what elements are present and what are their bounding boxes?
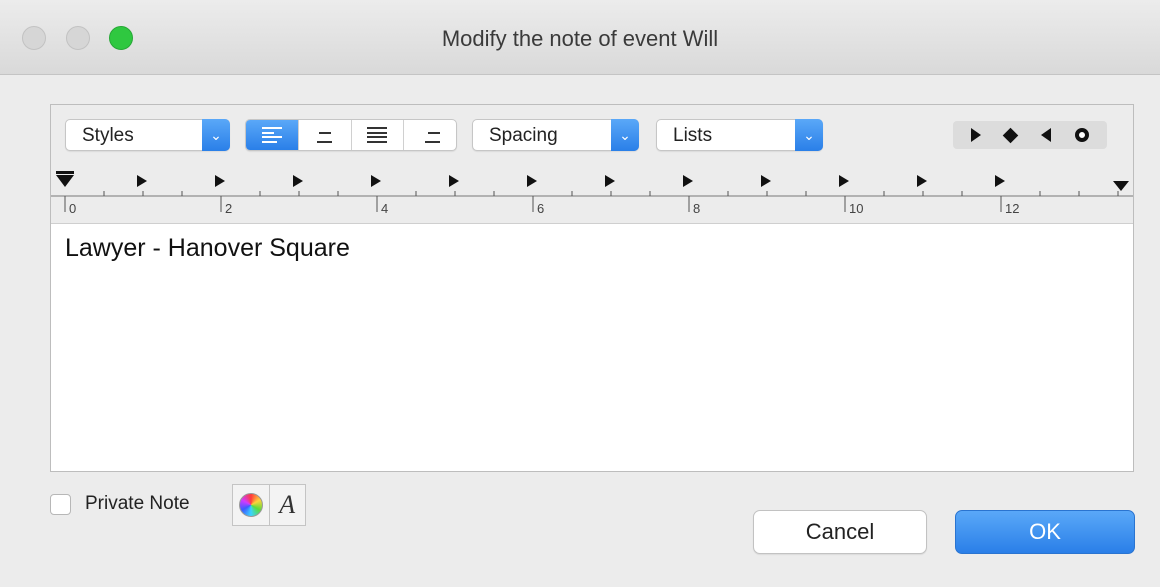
spacing-popup-label: Spacing [489,125,558,146]
ruler-tab-stop-marker [371,175,381,187]
ruler-graphic[interactable]: 0 2 4 6 8 10 12 [51,163,1133,221]
ruler-tab-stop-marker [917,175,927,187]
font-icon: A [279,490,296,519]
align-left-button[interactable] [246,120,299,150]
left-indent-marker [56,171,74,174]
first-line-indent-marker [56,175,74,187]
lists-popup-label: Lists [673,125,713,146]
center-tab-stop-icon[interactable] [1003,127,1019,143]
styles-popup[interactable]: Styles ⌄ [65,119,230,151]
ruler-label: 6 [537,201,544,216]
align-right-icon [420,127,441,143]
private-note-checkbox[interactable] [50,493,71,515]
ruler-tab-stop-marker [683,175,693,187]
color-wheel-icon [238,493,263,517]
private-note-label[interactable]: Private Note [85,493,190,515]
private-note-option[interactable]: Private Note [50,493,190,515]
styles-popup-label: Styles [82,125,134,146]
right-tab-stop-icon[interactable] [1040,128,1051,142]
ruler-label: 0 [69,201,76,216]
ruler-label: 12 [1005,201,1019,216]
fonts-button[interactable]: A [270,485,306,525]
left-tab-stop-icon[interactable] [971,128,982,142]
note-editor-panel: Styles ⌄ Spacing ⌄ Lists ⌄ 0 2 4 6 8 10 12 Law… [50,104,1134,472]
ruler-tab-stop-marker [761,175,771,187]
align-right-button[interactable] [404,120,456,150]
ruler-tab-stop-marker [293,175,303,187]
ruler-tab-stop-marker [839,175,849,187]
decimal-tab-stop-icon[interactable] [1074,128,1089,142]
cancel-button[interactable]: Cancel [753,510,927,554]
title-bar: Modify the note of event Will [0,0,1160,75]
alignment-segmented-control [245,119,457,151]
ruler-label: 2 [225,201,232,216]
ruler-label: 8 [693,201,700,216]
text-ruler[interactable]: 0 2 4 6 8 10 12 [51,163,1133,221]
right-margin-marker [1113,181,1129,191]
tab-stop-palette [953,121,1107,149]
colors-button[interactable] [233,485,270,525]
chevron-down-icon: ⌄ [611,119,639,151]
align-justify-button[interactable] [352,120,405,150]
spacing-popup[interactable]: Spacing ⌄ [472,119,639,151]
window-title: Modify the note of event Will [441,26,719,51]
format-buttons: A [232,484,306,526]
ok-button[interactable]: OK [955,510,1135,554]
ruler-label: 4 [381,201,388,216]
ruler-tab-stop-marker [215,175,225,187]
align-left-icon [261,127,282,143]
ruler-tab-stop-marker [605,175,615,187]
ruler-label: 10 [849,201,863,216]
note-text[interactable]: Lawyer - Hanover Square [65,234,350,263]
ruler-tab-stop-marker [995,175,1005,187]
ruler-tab-stop-marker [527,175,537,187]
align-center-button[interactable] [299,120,352,150]
lists-popup[interactable]: Lists ⌄ [656,119,823,151]
note-text-area[interactable]: Lawyer - Hanover Square [51,223,1133,471]
ruler-tab-stop-marker [449,175,459,187]
chevron-down-icon: ⌄ [202,119,230,151]
align-justify-icon [367,127,388,143]
align-center-icon [315,127,335,143]
chevron-down-icon: ⌄ [795,119,823,151]
ruler-tab-stop-marker [137,175,147,187]
